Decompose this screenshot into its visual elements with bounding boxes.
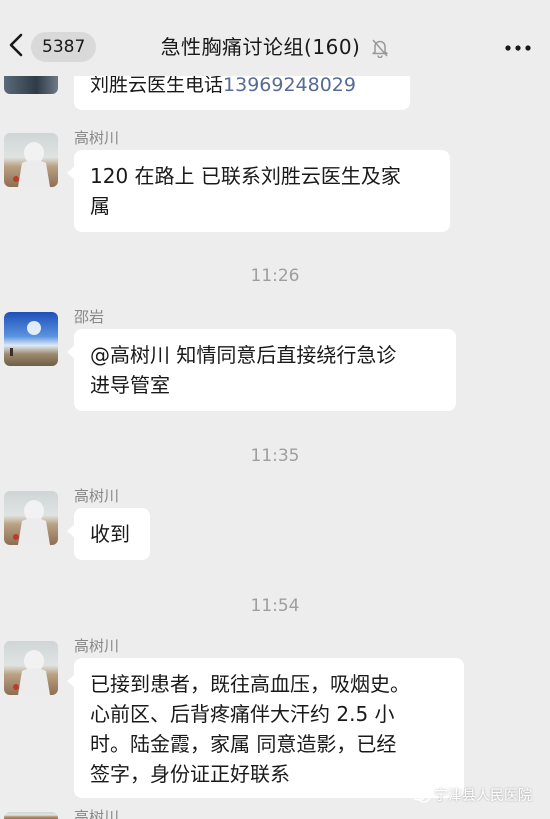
sender-name: 高树川 <box>74 129 120 147</box>
timestamp: 11:26 <box>250 266 300 286</box>
avatar[interactable] <box>4 76 58 94</box>
message-line: 收到 <box>90 522 130 546</box>
avatar[interactable] <box>4 812 58 819</box>
message-text: 刘胜云医生电话 <box>90 74 224 96</box>
message-line: @高树川 知情同意后直接绕行急诊 <box>90 343 397 367</box>
sender-name: 高树川 <box>74 637 120 655</box>
watermark-text: 宁津县人民医院 <box>434 788 532 804</box>
message-line: 进导管室 <box>90 373 170 397</box>
title-bar: 急性胸痛讨论组(160) <box>0 30 550 64</box>
sender-name: 高树川 <box>74 487 120 505</box>
sender-name: 邵岩 <box>74 308 105 326</box>
wechat-icon <box>412 789 430 803</box>
timestamp: 11:54 <box>250 596 300 616</box>
bell-off-icon <box>371 38 389 62</box>
phone-number-link[interactable]: 13969248029 <box>223 74 356 96</box>
sender-name: 高树川 <box>74 808 120 819</box>
avatar[interactable] <box>4 133 58 187</box>
timestamp: 11:35 <box>250 446 300 466</box>
avatar[interactable] <box>4 491 58 545</box>
message-line: 签字，身份证正好联系 <box>90 762 290 786</box>
message-line: 120 在路上 已联系刘胜云医生及家 <box>90 164 401 188</box>
more-dots-icon[interactable] <box>504 40 532 54</box>
message-bubble[interactable]: 已接到患者，既往高血压，吸烟史。 心前区、后背疼痛伴大汗约 2.5 小 时。陆金… <box>67 658 464 798</box>
avatar[interactable] <box>4 312 58 366</box>
message-line: 已接到患者，既往高血压，吸烟史。 <box>90 672 410 696</box>
message-line: 属 <box>90 194 110 218</box>
chat-title: 急性胸痛讨论组(160) <box>160 35 361 59</box>
message-bubble[interactable]: 收到 <box>67 508 150 560</box>
message-bubble[interactable]: @高树川 知情同意后直接绕行急诊 进导管室 <box>67 329 456 411</box>
message-bubble[interactable]: 120 在路上 已联系刘胜云医生及家 属 <box>67 150 450 232</box>
message-bubble[interactable]: 刘胜云医生电话13969248029 <box>74 76 410 110</box>
message-line: 心前区、后背疼痛伴大汗约 2.5 小 <box>90 702 395 726</box>
message-line: 时。陆金霞，家属 同意造影，已经 <box>90 732 397 756</box>
watermark: 宁津县人民医院 <box>412 786 532 806</box>
chat-header: 5387 急性胸痛讨论组(160) <box>0 0 550 76</box>
avatar[interactable] <box>4 641 58 695</box>
